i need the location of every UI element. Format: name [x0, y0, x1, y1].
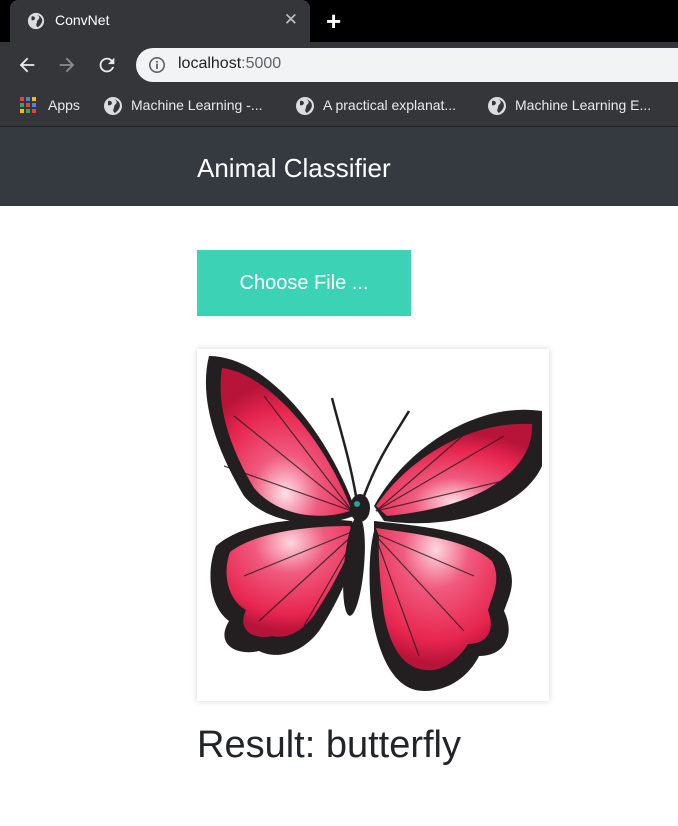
tab-title: ConvNet — [55, 12, 110, 28]
close-tab-icon[interactable]: ✕ — [284, 10, 298, 30]
globe-icon — [104, 97, 122, 115]
forward-arrow-icon[interactable] — [56, 54, 78, 76]
tab-strip: ConvNet ✕ + — [0, 0, 678, 42]
reload-icon[interactable] — [96, 54, 118, 76]
result-heading: Result: butterfly — [197, 724, 461, 766]
globe-icon — [296, 97, 314, 115]
url-host: localhost — [178, 55, 242, 72]
url-port: :5000 — [241, 55, 282, 72]
bookmark-label: Apps — [48, 97, 80, 113]
address-bar[interactable]: localhost:5000 — [136, 48, 678, 82]
choose-file-button[interactable]: Choose File ... — [197, 250, 411, 316]
bookmark-label: A practical explanat... — [323, 97, 457, 113]
new-tab-icon[interactable]: + — [326, 7, 341, 35]
bookmark-apps[interactable]: Apps — [20, 96, 90, 116]
bookmark-item[interactable]: Machine Learning -... — [103, 96, 283, 116]
apps-grid-icon — [20, 97, 38, 115]
bookmark-label: Machine Learning E... — [515, 97, 652, 113]
info-icon[interactable] — [148, 56, 166, 74]
bookmark-label: Machine Learning -... — [131, 97, 263, 113]
browser-toolbar: localhost:5000 — [0, 42, 678, 88]
bookmarks-bar: Apps Machine Learning -... A practical e… — [0, 88, 678, 127]
image-preview — [197, 349, 549, 701]
browser-tab[interactable]: ConvNet ✕ — [10, 0, 310, 42]
app-navbar: Animal Classifier — [0, 127, 678, 206]
globe-icon — [27, 12, 45, 30]
globe-icon — [488, 97, 506, 115]
bookmark-item[interactable]: A practical explanat... — [295, 96, 475, 116]
navbar-brand[interactable]: Animal Classifier — [197, 153, 391, 184]
butterfly-image — [205, 356, 542, 691]
bookmark-item[interactable]: Machine Learning E... — [487, 96, 672, 116]
url-text: localhost:5000 — [178, 55, 281, 73]
back-arrow-icon[interactable] — [16, 54, 38, 76]
